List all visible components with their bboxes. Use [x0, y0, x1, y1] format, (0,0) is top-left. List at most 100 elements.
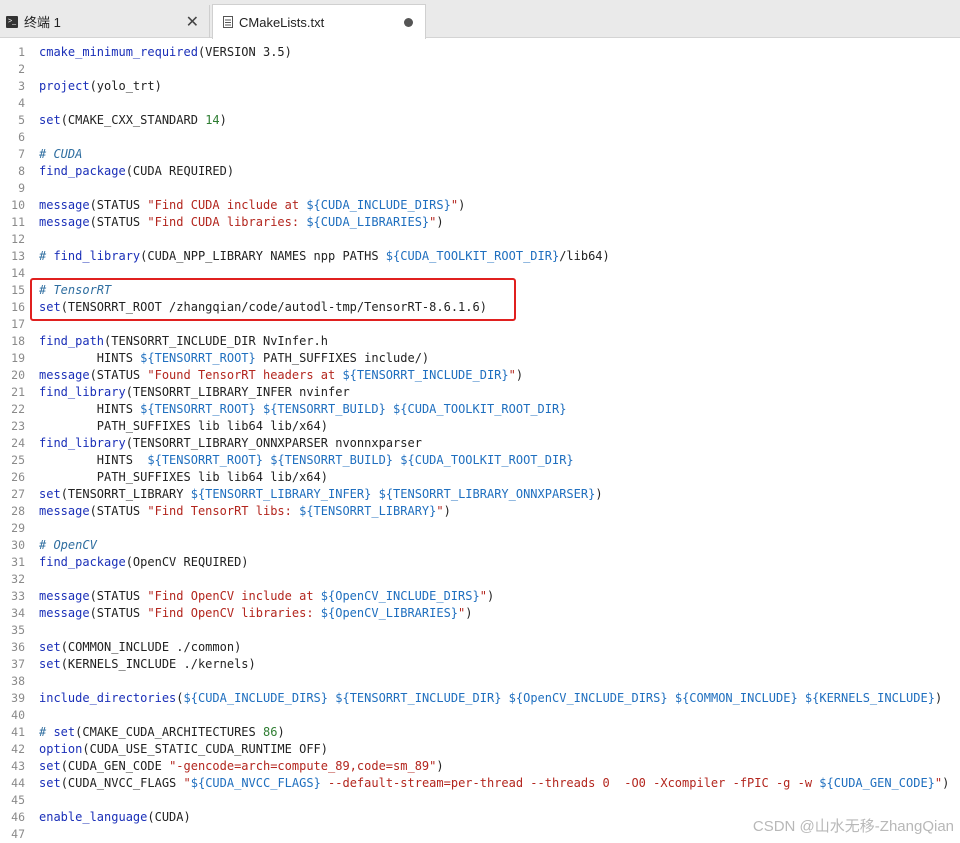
line-number: 2 — [18, 62, 25, 76]
token: HINTS — [39, 453, 148, 467]
token: "-gencode=arch=compute_89,code=sm_89" — [169, 759, 437, 773]
token: "Found TensorRT headers at — [147, 368, 343, 382]
token: ${OpenCV_INCLUDE_DIRS} — [508, 691, 668, 705]
code-line: 19 HINTS ${TENSORRT_ROOT} PATH_SUFFIXES … — [0, 350, 960, 367]
line-number: 44 — [11, 776, 25, 790]
token: "Find OpenCV libraries: — [147, 606, 321, 620]
tab-cmakelists[interactable]: CMakeLists.txt — [212, 4, 426, 39]
token: message — [39, 368, 90, 382]
token: # OpenCV — [39, 538, 97, 552]
token: ) — [595, 487, 603, 501]
token: set — [39, 113, 61, 127]
token: ${CUDA_INCLUDE_DIRS} — [183, 691, 329, 705]
line-number: 21 — [11, 385, 25, 399]
token: (TENSORRT_LIBRARY — [60, 487, 191, 501]
code-line: 41 # set(CMAKE_CUDA_ARCHITECTURES 86) — [0, 724, 960, 741]
code-line: 34 message(STATUS "Find OpenCV libraries:… — [0, 605, 960, 622]
line-number: 16 — [11, 300, 25, 314]
code-line: 32 — [0, 571, 960, 588]
code-line: 39 include_directories(${CUDA_INCLUDE_DIR… — [0, 690, 960, 707]
line-number: 38 — [11, 674, 25, 688]
code-line: 35 — [0, 622, 960, 639]
token: set — [39, 776, 61, 790]
token: ${CUDA_TOOLKIT_ROOT_DIR} — [393, 402, 567, 416]
code-line: 12 — [0, 231, 960, 248]
token: # — [39, 725, 54, 739]
code-line: 30 # OpenCV — [0, 537, 960, 554]
line-number: 6 — [18, 130, 25, 144]
close-icon[interactable]: ✕ — [186, 12, 199, 32]
token: find_library — [39, 436, 126, 450]
line-number: 18 — [11, 334, 25, 348]
code-line: 11 message(STATUS "Find CUDA libraries: $… — [0, 214, 960, 231]
code-line: 7 # CUDA — [0, 146, 960, 163]
line-number: 29 — [11, 521, 25, 535]
token: message — [39, 215, 90, 229]
token: (CUDA_NVCC_FLAGS — [60, 776, 184, 790]
token: (KERNELS_INCLUDE ./kernels) — [60, 657, 256, 671]
token: find_package — [39, 555, 126, 569]
token: PATH_SUFFIXES lib lib64 lib/x64) — [39, 419, 328, 433]
code-line: 3 project(yolo_trt) — [0, 78, 960, 95]
token: 86 — [262, 725, 278, 739]
line-number: 43 — [11, 759, 25, 773]
token: (CUDA_GEN_CODE — [60, 759, 170, 773]
tab-terminal[interactable]: >_ 终端 1 ✕ — [0, 5, 210, 38]
token: ) — [465, 606, 473, 620]
line-number: 11 — [11, 215, 25, 229]
token: ${TENSORRT_INCLUDE_DIR} — [342, 368, 509, 382]
token: HINTS — [39, 351, 141, 365]
token: find_path — [39, 334, 105, 348]
token: (TENSORRT_INCLUDE_DIR NvInfer.h — [104, 334, 328, 348]
line-number: 40 — [11, 708, 25, 722]
token: ) — [443, 504, 451, 518]
line-number: 39 — [11, 691, 25, 705]
line-number: 4 — [18, 96, 25, 110]
token: ) — [934, 691, 943, 705]
token: ${TENSORRT_BUILD} — [262, 402, 386, 416]
code-line: 43 set(CUDA_GEN_CODE "-gencode=arch=compu… — [0, 758, 960, 775]
code-line: 2 — [0, 61, 960, 78]
code-line: 36 set(COMMON_INCLUDE ./common) — [0, 639, 960, 656]
code-line: 40 — [0, 707, 960, 724]
token: # CUDA — [39, 147, 83, 161]
token: ) — [219, 113, 227, 127]
token: (CUDA REQUIRED) — [125, 164, 235, 178]
token: ( — [176, 691, 184, 705]
line-number: 23 — [11, 419, 25, 433]
token: ) — [515, 368, 524, 382]
line-number: 17 — [11, 317, 25, 331]
token: find_library — [53, 249, 141, 263]
token: ${TENSORRT_BUILD} — [270, 453, 394, 467]
code-line: 42 option(CUDA_USE_STATIC_CUDA_RUNTIME OF… — [0, 741, 960, 758]
token: (COMMON_INCLUDE ./common) — [60, 640, 242, 654]
token: "Find CUDA include at — [147, 198, 307, 212]
code-line: 13 # find_library(CUDA_NPP_LIBRARY NAMES … — [0, 248, 960, 265]
token: PATH_SUFFIXES lib lib64 lib/x64) — [39, 470, 328, 484]
token: (TENSORRT_LIBRARY_INFER nvinfer — [125, 385, 350, 399]
code-line: 24 find_library(TENSORRT_LIBRARY_ONNXPARS… — [0, 435, 960, 452]
code-editor[interactable]: 1 cmake_minimum_required(VERSION 3.5) 2 3… — [0, 39, 960, 841]
token: "Find TensorRT libs: — [147, 504, 300, 518]
code-line: 10 message(STATUS "Find CUDA include at $… — [0, 197, 960, 214]
file-icon — [223, 16, 233, 28]
code-line: 8 find_package(CUDA REQUIRED) — [0, 163, 960, 180]
token: message — [39, 589, 90, 603]
code-line: 18 find_path(TENSORRT_INCLUDE_DIR NvInfer… — [0, 333, 960, 350]
token: set — [39, 759, 61, 773]
token: "Find OpenCV include at — [147, 589, 321, 603]
line-number: 14 — [11, 266, 25, 280]
unsaved-dot-icon[interactable] — [404, 18, 413, 27]
token: ${TENSORRT_ROOT} — [140, 402, 256, 416]
token: (yolo_trt) — [89, 79, 162, 93]
token: set — [39, 657, 61, 671]
code-line: 31 find_package(OpenCV REQUIRED) — [0, 554, 960, 571]
token: (STATUS — [89, 589, 148, 603]
tab-bar: >_ 终端 1 ✕ CMakeLists.txt — [0, 0, 960, 39]
token: ) — [436, 759, 444, 773]
line-number: 32 — [11, 572, 25, 586]
tab-label: CMakeLists.txt — [239, 14, 325, 30]
line-number: 35 — [11, 623, 25, 637]
code-line: 27 set(TENSORRT_LIBRARY ${TENSORRT_LIBRAR… — [0, 486, 960, 503]
